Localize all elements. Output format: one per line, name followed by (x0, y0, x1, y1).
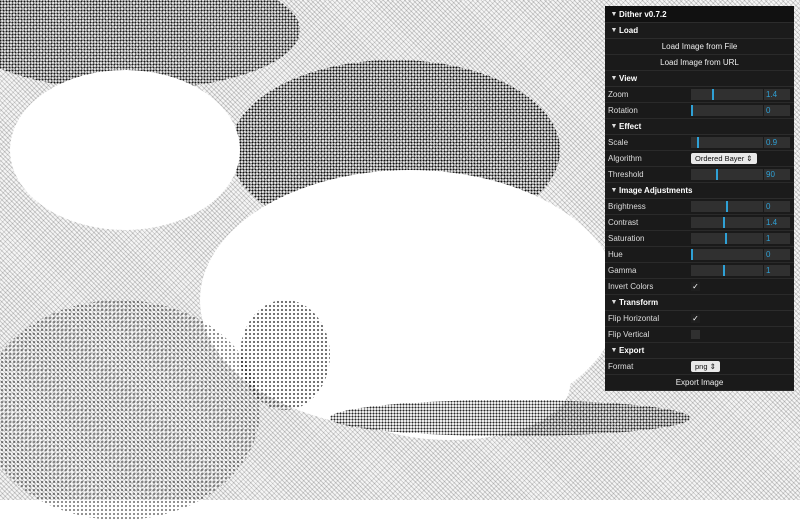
brightness-slider[interactable] (691, 201, 763, 212)
slider-marker[interactable] (715, 169, 718, 180)
flip-vertical-checkbox[interactable] (691, 330, 700, 339)
load-image-from-file-button[interactable]: Load Image from File (605, 42, 794, 51)
slider-marker[interactable] (691, 105, 693, 116)
folder-effect-header[interactable]: ▼ Effect (605, 119, 794, 135)
brightness-row: Brightness 0 (605, 199, 794, 215)
folder-view-header[interactable]: ▼ View (605, 71, 794, 87)
hue-slider[interactable] (691, 249, 763, 260)
panel-header[interactable]: ▼ Dither v0.7.2 (605, 6, 794, 23)
load-image-from-url-button[interactable]: Load Image from URL (605, 58, 794, 67)
hue-row: Hue 0 (605, 247, 794, 263)
hue-value-input[interactable]: 0 (764, 249, 790, 260)
folder-transform-header[interactable]: ▼ Transform (605, 295, 794, 311)
algorithm-select[interactable]: Ordered Bayer ⇕ (691, 153, 757, 164)
algorithm-label: Algorithm (608, 154, 642, 163)
algorithm-select-value: Ordered Bayer (695, 154, 745, 163)
slider-marker[interactable] (726, 201, 728, 212)
flip-vertical-label: Flip Vertical (608, 330, 650, 339)
folder-title: View (619, 74, 638, 83)
folder-export-header[interactable]: ▼ Export (605, 343, 794, 359)
export-button-row: Export Image (605, 375, 794, 391)
contrast-row: Contrast 1.4 (605, 215, 794, 231)
threshold-label: Threshold (608, 170, 644, 179)
dither-region-arm-shadow (330, 400, 690, 436)
panel-title: Dither v0.7.2 (619, 9, 667, 19)
dither-region-face (10, 70, 240, 230)
folder-title: Effect (619, 122, 642, 131)
algorithm-row: Algorithm Ordered Bayer ⇕ (605, 151, 794, 167)
caret-down-icon: ▼ (610, 27, 618, 34)
flip-horizontal-row: Flip Horizontal ✓ (605, 311, 794, 327)
load-file-button-row: Load Image from File (605, 39, 794, 55)
rotation-label: Rotation (608, 106, 638, 115)
scale-slider[interactable] (691, 137, 763, 148)
folder-title: Image Adjustments (619, 186, 693, 195)
zoom-row: Zoom 1.4 (605, 87, 794, 103)
gamma-slider[interactable] (691, 265, 763, 276)
saturation-value-input[interactable]: 1 (764, 233, 790, 244)
threshold-row: Threshold 90 (605, 167, 794, 183)
flip-horizontal-label: Flip Horizontal (608, 314, 660, 323)
folder-title: Load (619, 26, 639, 35)
saturation-slider[interactable] (691, 233, 763, 244)
dither-region-knee (240, 300, 330, 410)
slider-marker[interactable] (722, 217, 725, 228)
contrast-label: Contrast (608, 218, 639, 227)
brightness-label: Brightness (608, 202, 646, 211)
saturation-label: Saturation (608, 234, 645, 243)
scale-row: Scale 0.9 (605, 135, 794, 151)
dither-control-panel: ▼ Dither v0.7.2 ▼ Load Load Image from F… (605, 6, 794, 391)
slider-marker[interactable] (724, 233, 727, 244)
flip-vertical-row: Flip Vertical (605, 327, 794, 343)
threshold-slider[interactable] (691, 169, 763, 180)
rotation-value-input[interactable]: 0 (764, 105, 790, 116)
contrast-slider[interactable] (691, 217, 763, 228)
rotation-row: Rotation 0 (605, 103, 794, 119)
slider-marker[interactable] (696, 137, 699, 148)
caret-down-icon: ▼ (610, 299, 618, 306)
hue-label: Hue (608, 250, 623, 259)
scale-value-input[interactable]: 0.9 (764, 137, 790, 148)
caret-down-icon: ▼ (610, 10, 618, 18)
brightness-value-input[interactable]: 0 (764, 201, 790, 212)
folder-load-header[interactable]: ▼ Load (605, 23, 794, 39)
slider-marker[interactable] (712, 89, 714, 100)
gamma-row: Gamma 1 (605, 263, 794, 279)
contrast-value-input[interactable]: 1.4 (764, 217, 790, 228)
flip-horizontal-checkbox[interactable]: ✓ (691, 314, 700, 323)
threshold-value-input[interactable]: 90 (764, 169, 790, 180)
folder-adjustments-header[interactable]: ▼ Image Adjustments (605, 183, 794, 199)
export-image-button[interactable]: Export Image (605, 378, 794, 387)
caret-down-icon: ▼ (610, 75, 618, 82)
zoom-value-input[interactable]: 1.4 (764, 89, 790, 100)
caret-down-icon: ▼ (610, 347, 618, 354)
up-down-arrows-icon: ⇕ (746, 154, 753, 163)
rotation-slider[interactable] (691, 105, 763, 116)
slider-marker[interactable] (691, 249, 693, 260)
invert-colors-checkbox[interactable]: ✓ (691, 282, 700, 291)
invert-colors-label: Invert Colors (608, 282, 654, 291)
scale-label: Scale (608, 138, 629, 147)
format-label: Format (608, 362, 634, 371)
gamma-value-input[interactable]: 1 (764, 265, 790, 276)
zoom-label: Zoom (608, 90, 629, 99)
zoom-slider[interactable] (691, 89, 763, 100)
slider-marker[interactable] (722, 265, 725, 276)
caret-down-icon: ▼ (610, 123, 618, 130)
format-select-value: png (695, 362, 708, 371)
caret-down-icon: ▼ (610, 187, 618, 194)
invert-colors-row: Invert Colors ✓ (605, 279, 794, 295)
format-row: Format png ⇕ (605, 359, 794, 375)
saturation-row: Saturation 1 (605, 231, 794, 247)
folder-title: Transform (619, 298, 659, 307)
up-down-arrows-icon: ⇕ (709, 362, 716, 371)
dither-region-lower-left (0, 300, 260, 520)
gamma-label: Gamma (608, 266, 637, 275)
format-select[interactable]: png ⇕ (691, 361, 720, 372)
folder-title: Export (619, 346, 645, 355)
load-url-button-row: Load Image from URL (605, 55, 794, 71)
